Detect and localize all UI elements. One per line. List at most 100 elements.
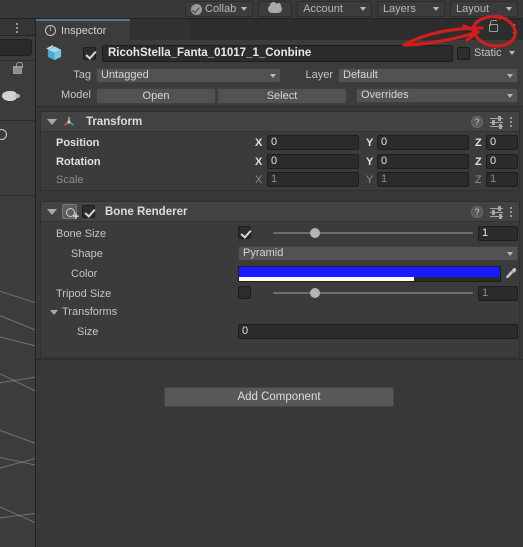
object-enabled-checkbox[interactable] bbox=[83, 47, 96, 60]
model-open-button[interactable]: Open bbox=[96, 88, 216, 104]
kebab-menu-icon[interactable] bbox=[510, 117, 512, 127]
rotation-x-field[interactable]: 0 bbox=[267, 154, 359, 169]
bone-renderer-header-icons bbox=[471, 206, 512, 219]
lock-icon bbox=[13, 62, 23, 74]
chevron-down-icon bbox=[506, 7, 512, 11]
transform-header-icons bbox=[471, 116, 512, 129]
info-icon bbox=[45, 24, 56, 36]
model-select-button[interactable]: Select bbox=[217, 88, 347, 104]
position-x-field[interactable]: 0 bbox=[267, 135, 359, 150]
tripod-size-checkbox[interactable] bbox=[238, 286, 251, 299]
eyedropper-icon[interactable] bbox=[504, 266, 518, 280]
help-icon[interactable] bbox=[471, 206, 483, 218]
bone-size-slider[interactable] bbox=[273, 227, 473, 239]
slider-knob[interactable] bbox=[310, 288, 320, 298]
tag-dropdown[interactable]: Untagged bbox=[96, 68, 281, 83]
axis-label-x: X bbox=[255, 137, 263, 149]
axis-label-y: Y bbox=[366, 174, 374, 186]
scale-y-field[interactable]: 1 bbox=[377, 172, 469, 187]
layers-button[interactable]: Layers bbox=[376, 1, 445, 17]
tab-inspector-label: Inspector bbox=[61, 24, 107, 37]
cloud-icon bbox=[268, 2, 283, 13]
foldout-arrow-icon[interactable] bbox=[47, 208, 57, 215]
account-label: Account bbox=[303, 3, 343, 15]
bone-size-checkbox[interactable] bbox=[238, 226, 251, 239]
axis-label-y: Y bbox=[366, 137, 374, 149]
shape-dropdown[interactable]: Pyramid bbox=[238, 246, 518, 261]
cloud-services-button[interactable] bbox=[258, 1, 293, 17]
position-z-field[interactable]: 0 bbox=[486, 135, 518, 150]
transform-title: Transform bbox=[86, 115, 143, 128]
tripod-size-value[interactable]: 1 bbox=[478, 286, 518, 301]
tag-value: Untagged bbox=[101, 69, 149, 81]
bone-renderer-title: Bone Renderer bbox=[105, 205, 188, 218]
tripod-size-slider[interactable] bbox=[273, 287, 473, 299]
layers-label: Layers bbox=[382, 3, 416, 15]
position-label: Position bbox=[56, 137, 100, 149]
layer-value: Default bbox=[343, 69, 378, 81]
scene-gizmo-glyph bbox=[0, 129, 7, 140]
model-row: Model Open Select Overrides bbox=[36, 85, 523, 107]
layer-label: Layer bbox=[305, 69, 333, 81]
layout-button[interactable]: Layout bbox=[449, 1, 518, 17]
component-transform: Transform Position X 0 Y 0 Z 0 bbox=[40, 111, 520, 191]
tab-inspector[interactable]: Inspector bbox=[36, 19, 130, 40]
color-label: Color bbox=[71, 268, 98, 280]
inspector-panel: Inspector RicohStella_Fanta_01017_1_Conb… bbox=[35, 19, 523, 547]
collab-button[interactable]: Collab bbox=[185, 1, 254, 17]
shape-value: Pyramid bbox=[243, 247, 284, 259]
object-header: RicohStella_Fanta_01017_1_Conbine Static bbox=[36, 40, 523, 66]
chevron-down-icon bbox=[507, 94, 513, 98]
preset-sliders-icon[interactable] bbox=[490, 206, 503, 219]
axis-label-x: X bbox=[255, 174, 263, 186]
lock-open-icon[interactable] bbox=[489, 20, 498, 32]
preset-sliders-icon[interactable] bbox=[490, 116, 503, 129]
chevron-down-icon bbox=[507, 74, 513, 78]
position-y-field[interactable]: 0 bbox=[377, 135, 469, 150]
kebab-menu-icon[interactable] bbox=[513, 24, 515, 34]
layout-label: Layout bbox=[455, 3, 489, 15]
bone-renderer-enabled-checkbox[interactable] bbox=[82, 205, 95, 218]
model-label: Model bbox=[61, 89, 91, 101]
chevron-down-icon[interactable] bbox=[509, 51, 515, 55]
scale-label: Scale bbox=[56, 174, 84, 186]
size-field[interactable]: 0 bbox=[238, 324, 518, 339]
size-label: Size bbox=[77, 326, 99, 338]
chevron-down-icon bbox=[241, 7, 248, 11]
scale-z-field[interactable]: 1 bbox=[486, 172, 518, 187]
prefab-cube-icon bbox=[46, 44, 62, 61]
bone-size-label: Bone Size bbox=[56, 228, 107, 240]
static-checkbox[interactable] bbox=[457, 47, 470, 60]
help-icon[interactable] bbox=[471, 116, 483, 128]
scene-viewport-sliver[interactable] bbox=[0, 269, 35, 547]
unity-editor-window: Collab Account Layers Layout i Inspector… bbox=[0, 0, 523, 547]
kebab-menu-icon[interactable] bbox=[16, 23, 18, 33]
rotation-z-field[interactable]: 0 bbox=[486, 154, 518, 169]
foldout-arrow-icon[interactable] bbox=[50, 310, 58, 315]
left-panel-tabbar bbox=[0, 19, 35, 36]
foldout-arrow-icon[interactable] bbox=[47, 118, 57, 125]
color-swatch-fill bbox=[239, 267, 500, 278]
chevron-down-icon bbox=[359, 7, 366, 11]
overrides-dropdown[interactable]: Overrides bbox=[356, 88, 518, 103]
add-component-button[interactable]: Add Component bbox=[164, 387, 394, 407]
layer-dropdown[interactable]: Default bbox=[338, 68, 518, 83]
bone-renderer-header[interactable]: Bone Renderer bbox=[41, 202, 519, 223]
slider-knob[interactable] bbox=[310, 228, 320, 238]
transform-header[interactable]: Transform bbox=[41, 112, 519, 132]
bone-size-value[interactable]: 1 bbox=[478, 226, 518, 241]
account-button[interactable]: Account bbox=[297, 1, 372, 17]
static-label: Static bbox=[474, 47, 502, 59]
object-name-field[interactable]: RicohStella_Fanta_01017_1_Conbine bbox=[102, 45, 453, 62]
left-search-field[interactable] bbox=[0, 39, 32, 56]
rotation-y-field[interactable]: 0 bbox=[377, 154, 469, 169]
scale-x-field[interactable]: 1 bbox=[267, 172, 359, 187]
color-swatch[interactable] bbox=[238, 266, 501, 282]
kebab-menu-icon[interactable] bbox=[510, 207, 512, 217]
axis-label-y: Y bbox=[366, 156, 374, 168]
tripod-size-label: Tripod Size bbox=[56, 288, 112, 300]
axis-label-z: Z bbox=[475, 174, 482, 186]
transform-axis-icon bbox=[64, 116, 74, 126]
script-component-icon bbox=[62, 204, 79, 223]
axis-label-z: Z bbox=[475, 137, 482, 149]
